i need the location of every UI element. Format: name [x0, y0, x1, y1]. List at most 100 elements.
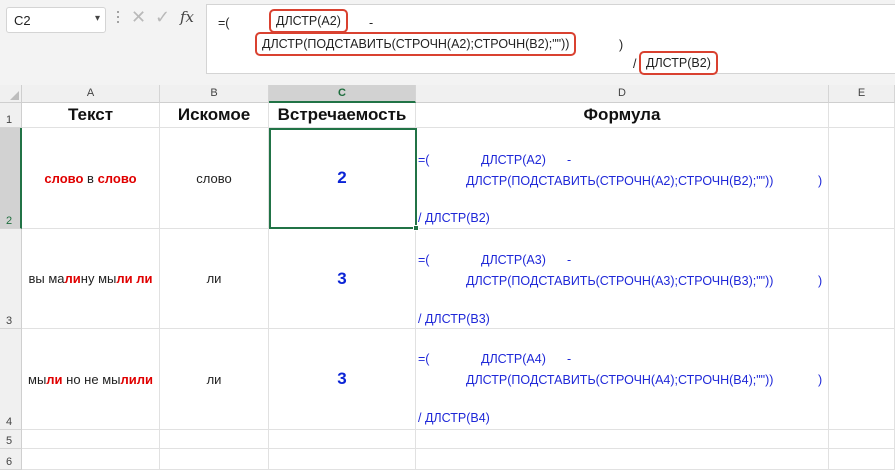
cell-c2[interactable]: 2	[269, 128, 416, 229]
formula-toolbar: C2 ▾ ✕ ✓ fx =( ДЛСТР(A2) - ДЛСТР(ПОДСТАВ…	[0, 0, 895, 85]
fill-handle[interactable]	[413, 225, 419, 231]
cell-b5[interactable]	[160, 430, 269, 449]
formula-len: ДЛСТР(A3)	[481, 253, 546, 267]
cell-d2[interactable]: =( ДЛСТР(A2) - ДЛСТР(ПОДСТАВИТЬ(СТРОЧН(A…	[416, 128, 829, 229]
text-run: в	[83, 170, 98, 186]
column-header-a[interactable]: A	[22, 85, 160, 103]
drag-handle-icon[interactable]	[116, 11, 120, 29]
formula-open: =(	[418, 253, 430, 267]
cell-a1[interactable]: Текст	[22, 103, 160, 128]
formula-close-paren: )	[619, 38, 624, 52]
column-header-b[interactable]: B	[160, 85, 269, 103]
formula-substitute: ДЛСТР(ПОДСТАВИТЬ(СТРОЧН(A4);СТРОЧН(B4);"…	[466, 373, 774, 387]
name-box[interactable]: C2 ▾	[6, 7, 106, 33]
row-header-5[interactable]: 5	[0, 430, 22, 449]
cell-e2[interactable]	[829, 128, 895, 229]
formula-len: ДЛСТР(A4)	[481, 352, 546, 366]
cell-e6[interactable]	[829, 449, 895, 470]
formula-close: )	[818, 174, 823, 188]
row-header-4[interactable]: 4	[0, 329, 22, 430]
formula-close: )	[818, 274, 823, 288]
formula-divide: / ДЛСТР(B3)	[418, 312, 490, 326]
formula-highlight-len-b2: ДЛСТР(B2)	[639, 51, 718, 75]
row-number: 6	[6, 456, 13, 468]
cell-a3[interactable]: вы малину мыли ли	[22, 229, 160, 329]
count-value: 2	[337, 168, 347, 187]
confirm-icon[interactable]: ✓	[155, 7, 170, 28]
formula-open: =(	[418, 352, 430, 366]
mixed-text: слово в слово	[44, 171, 136, 186]
formula-divide: / ДЛСТР(B2)	[418, 211, 490, 225]
cell-a4[interactable]: мыли но не мылили	[22, 329, 160, 430]
formula-substitute: ДЛСТР(ПОДСТАВИТЬ(СТРОЧН(A3);СТРОЧН(B3);"…	[466, 274, 774, 288]
cell-a6[interactable]	[22, 449, 160, 470]
row-number: 4	[6, 416, 13, 428]
row-header-2[interactable]: 2	[0, 128, 22, 229]
cell-e5[interactable]	[829, 430, 895, 449]
cell-e3[interactable]	[829, 229, 895, 329]
row-number: 5	[6, 435, 13, 447]
text-run: ли	[116, 271, 133, 286]
cell-b1[interactable]: Искомое	[160, 103, 269, 128]
count-value: 3	[337, 369, 347, 388]
row-number: 3	[6, 315, 13, 327]
select-all-corner[interactable]	[0, 85, 22, 103]
cell-c4[interactable]: 3	[269, 329, 416, 430]
text-run: ну мы	[80, 271, 117, 286]
cell-b4[interactable]: ли	[160, 329, 269, 430]
formula-substitute: ДЛСТР(ПОДСТАВИТЬ(СТРОЧН(A2);СТРОЧН(B2);"…	[466, 174, 774, 188]
row-header-3[interactable]: 3	[0, 229, 22, 329]
cell-b6[interactable]	[160, 449, 269, 470]
row-header-6[interactable]: 6	[0, 449, 22, 470]
cell-b3[interactable]: ли	[160, 229, 269, 329]
formula-slash: /	[633, 57, 637, 71]
mixed-text: мыли но не мылили	[28, 372, 153, 387]
formula-input[interactable]: =( ДЛСТР(A2) - ДЛСТР(ПОДСТАВИТЬ(СТРОЧН(A…	[206, 4, 895, 75]
cell-a5[interactable]	[22, 430, 160, 449]
row-header-1[interactable]: 1	[0, 103, 22, 128]
text-run: слово	[44, 170, 84, 186]
cancel-icon[interactable]: ✕	[131, 7, 146, 28]
formula-divide: / ДЛСТР(B4)	[418, 411, 490, 425]
count-value: 3	[337, 268, 347, 288]
formula-minus: -	[567, 352, 572, 366]
cell-b2[interactable]: слово	[160, 128, 269, 229]
column-header-c[interactable]: C	[269, 85, 416, 103]
formula-highlight-substitute: ДЛСТР(ПОДСТАВИТЬ(СТРОЧН(A2);СТРОЧН(B2);"…	[255, 32, 577, 56]
formula-len: ДЛСТР(A2)	[481, 153, 546, 167]
text-run: ли	[64, 271, 81, 286]
cell-d6[interactable]	[416, 449, 829, 470]
mixed-text: вы малину мыли ли	[29, 271, 153, 286]
cell-d4[interactable]: =( ДЛСТР(A4) - ДЛСТР(ПОДСТАВИТЬ(СТРОЧН(A…	[416, 329, 829, 430]
cell-c3[interactable]: 3	[269, 229, 416, 329]
formula-minus: -	[567, 153, 572, 167]
formula-highlight-len-a2: ДЛСТР(A2)	[269, 9, 348, 33]
formula-close: )	[818, 373, 823, 387]
column-header-e[interactable]: E	[829, 85, 895, 103]
cell-d5[interactable]	[416, 430, 829, 449]
row-number: 2	[6, 215, 13, 227]
text-run: мы	[28, 371, 47, 387]
cell-c1[interactable]: Встречаемость	[269, 103, 416, 128]
cell-e1[interactable]	[829, 103, 895, 128]
cell-c5[interactable]	[269, 430, 416, 449]
name-box-value: C2	[14, 13, 31, 28]
text-run: ли	[46, 371, 63, 387]
insert-function-icon[interactable]: fx	[180, 8, 194, 26]
cell-a2[interactable]: слово в слово	[22, 128, 160, 229]
chevron-down-icon[interactable]: ▾	[95, 13, 100, 24]
text-run: но не мы	[62, 371, 121, 387]
cell-d1[interactable]: Формула	[416, 103, 829, 128]
text-run: вы ма	[28, 271, 65, 286]
text-run: ли	[136, 271, 153, 286]
column-header-d[interactable]: D	[416, 85, 829, 103]
text-run: слово	[97, 170, 137, 186]
row-number: 1	[6, 114, 13, 126]
cell-d3[interactable]: =( ДЛСТР(A3) - ДЛСТР(ПОДСТАВИТЬ(СТРОЧН(A…	[416, 229, 829, 329]
cell-c6[interactable]	[269, 449, 416, 470]
text-run: ли	[136, 371, 153, 387]
text-run: ли	[120, 371, 137, 387]
formula-minus: -	[567, 253, 572, 267]
formula-open: =(	[418, 153, 430, 167]
cell-e4[interactable]	[829, 329, 895, 430]
